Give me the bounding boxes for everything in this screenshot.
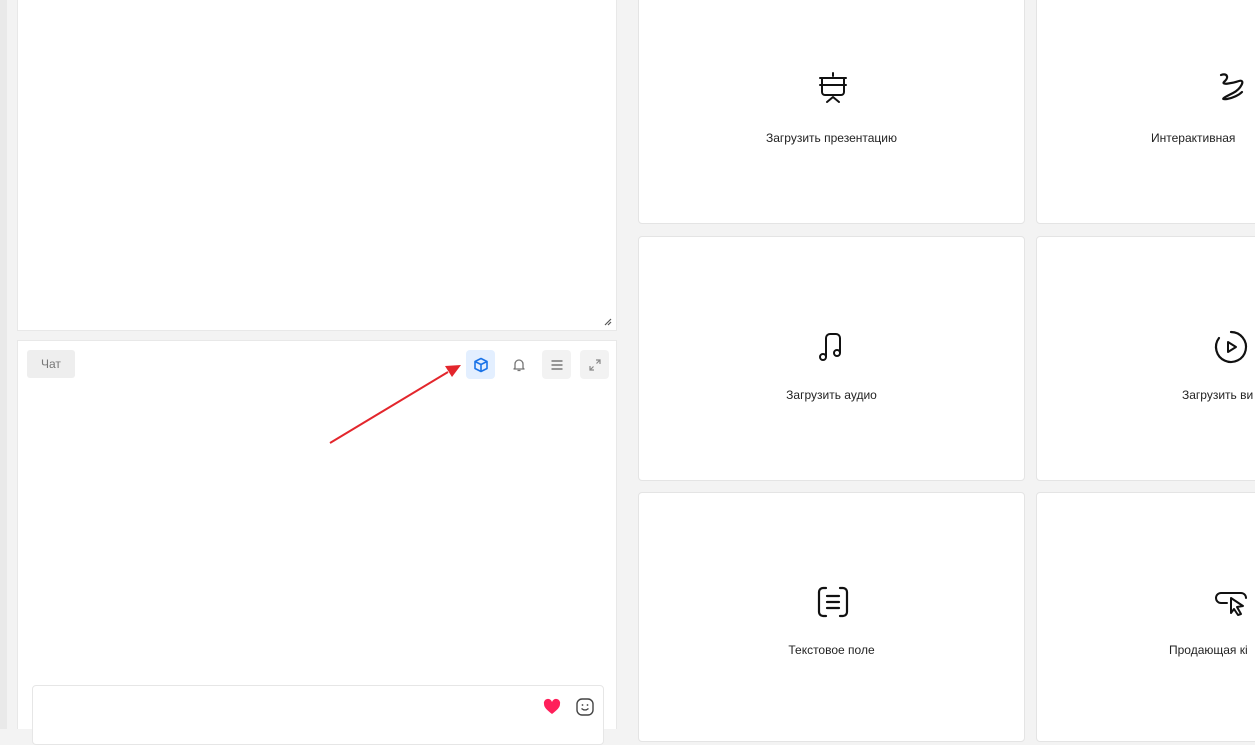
card-label: Загрузить презентацию	[766, 131, 897, 145]
card-interactive[interactable]: Интерактивная	[1036, 0, 1255, 224]
text-box-icon	[817, 586, 849, 618]
squiggle-icon	[1219, 73, 1244, 101]
card-label: Текстовое поле	[788, 643, 875, 657]
card-upload-audio[interactable]: Загрузить аудио	[638, 236, 1025, 481]
cube-button[interactable]	[466, 350, 495, 379]
music-icon	[819, 333, 841, 361]
expand-button[interactable]	[580, 350, 609, 379]
cube-icon	[473, 357, 488, 372]
resize-grip-icon[interactable]	[604, 318, 612, 326]
heart-icon[interactable]	[543, 698, 561, 716]
presentation-icon	[819, 72, 847, 103]
card-upload-video[interactable]: Загрузить ви	[1036, 236, 1255, 481]
card-label: Загрузить ви	[1182, 388, 1254, 402]
chat-input[interactable]	[32, 685, 604, 745]
bell-icon	[512, 358, 525, 371]
card-label: Интерактивная	[1151, 131, 1236, 145]
card-label: Продающая кі	[1169, 643, 1248, 657]
card-upload-presentation[interactable]: Загрузить презентацию	[638, 0, 1025, 224]
left-column: Чат	[10, 0, 618, 745]
widgets-grid: Загрузить презентацию Интерактивная Загр…	[628, 0, 1255, 742]
menu-button[interactable]	[542, 350, 571, 379]
notifications-button[interactable]	[504, 350, 533, 379]
menu-icon	[551, 359, 562, 370]
notes-panel[interactable]	[17, 0, 617, 331]
left-edge	[0, 0, 7, 729]
card-label: Загрузить аудио	[786, 388, 877, 402]
emoji-icon[interactable]	[575, 697, 595, 717]
play-icon	[1214, 330, 1248, 364]
expand-icon	[588, 358, 601, 371]
pointer-icon	[1215, 592, 1247, 616]
card-text-field[interactable]: Текстовое поле	[638, 492, 1025, 742]
chat-panel: Чат	[17, 340, 617, 745]
card-selling-button[interactable]: Продающая кі	[1036, 492, 1255, 742]
chat-tab[interactable]: Чат	[27, 350, 75, 378]
